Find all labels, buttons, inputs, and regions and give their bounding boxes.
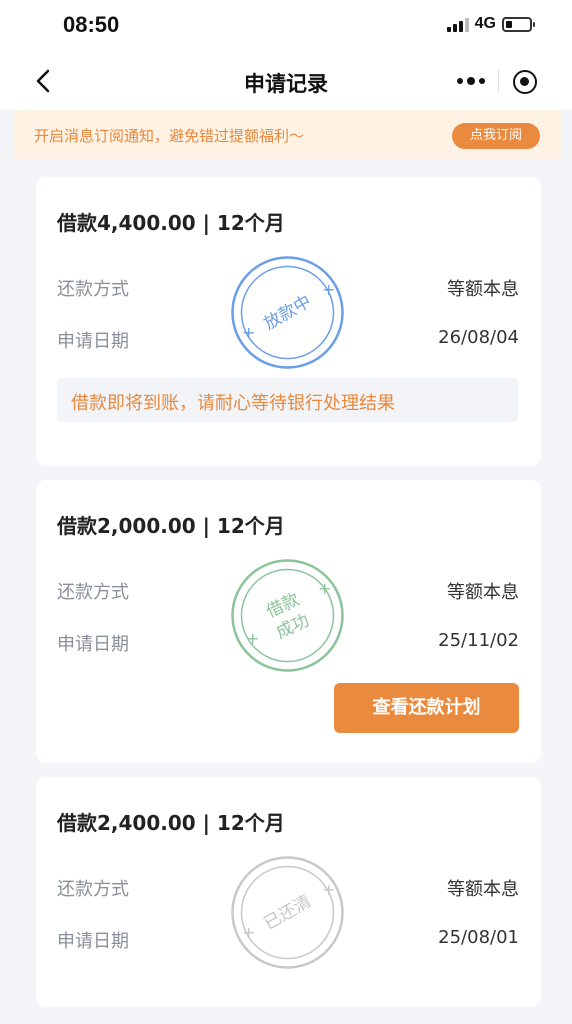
svg-text:+: + (322, 880, 335, 899)
repay-method-label: 还款方式 (57, 279, 129, 300)
signal-icon (446, 16, 469, 32)
loan-record-card[interactable]: 借款2,400.00 | 12个月 还款方式 等额本息 申请日期 25/08/0… (36, 777, 541, 1007)
status-time: 08:50 (63, 12, 120, 37)
network-type: 4G (474, 15, 496, 32)
stamp-text: 已还清 (261, 892, 315, 935)
apply-date-label: 申请日期 (57, 331, 129, 352)
apply-date-label: 申请日期 (57, 634, 129, 655)
loan-title: 借款4,400.00 | 12个月 (57, 211, 285, 235)
repay-method-value: 等额本息 (447, 879, 519, 900)
repay-method-label: 还款方式 (57, 879, 129, 900)
svg-text:+: + (242, 923, 255, 942)
svg-text:+: + (322, 280, 335, 299)
status-stamp-paid-off: + + 已还清 (230, 855, 345, 970)
nav-divider (498, 70, 499, 92)
nav-bar: 申请记录 (0, 52, 572, 110)
status-message: 借款即将到账，请耐心等待银行处理结果 (71, 393, 395, 414)
loan-title: 借款2,400.00 | 12个月 (57, 811, 285, 835)
apply-date-label: 申请日期 (57, 931, 129, 952)
apply-date-value: 26/08/04 (438, 327, 519, 348)
svg-text:+: + (246, 629, 259, 648)
view-repayment-plan-button[interactable]: 查看还款计划 (334, 683, 519, 733)
subscribe-button[interactable]: 点我订阅 (452, 123, 540, 149)
status-stamp-disbursing: + + 放款中 (230, 255, 345, 370)
notice-text: 开启消息订阅通知，避免错过提额福利～ (34, 127, 305, 145)
svg-text:+: + (242, 323, 255, 342)
page-title: 申请记录 (244, 72, 328, 96)
subscribe-notice: 开启消息订阅通知，避免错过提额福利～ 点我订阅 (14, 110, 562, 160)
svg-text:+: + (318, 579, 331, 598)
loan-title: 借款2,000.00 | 12个月 (57, 514, 285, 538)
battery-icon (502, 16, 535, 32)
repay-method-value: 等额本息 (447, 279, 519, 300)
repay-method-label: 还款方式 (57, 582, 129, 603)
apply-date-value: 25/11/02 (438, 630, 519, 651)
apply-date-value: 25/08/01 (438, 927, 519, 948)
loan-record-card[interactable]: 借款4,400.00 | 12个月 还款方式 等额本息 申请日期 26/08/0… (36, 177, 541, 466)
repay-method-value: 等额本息 (447, 582, 519, 603)
status-stamp-success: + + 借款 成功 (230, 558, 345, 673)
status-bar: 08:50 4G (0, 0, 572, 52)
stamp-text: 放款中 (261, 292, 315, 335)
more-icon[interactable] (457, 77, 485, 85)
status-message-box: 借款即将到账，请耐心等待银行处理结果 (57, 378, 518, 422)
status-indicators: 4G (446, 15, 535, 33)
close-miniprogram-icon[interactable] (513, 70, 537, 94)
loan-record-card[interactable]: 借款2,000.00 | 12个月 还款方式 等额本息 申请日期 25/11/0… (36, 480, 541, 763)
